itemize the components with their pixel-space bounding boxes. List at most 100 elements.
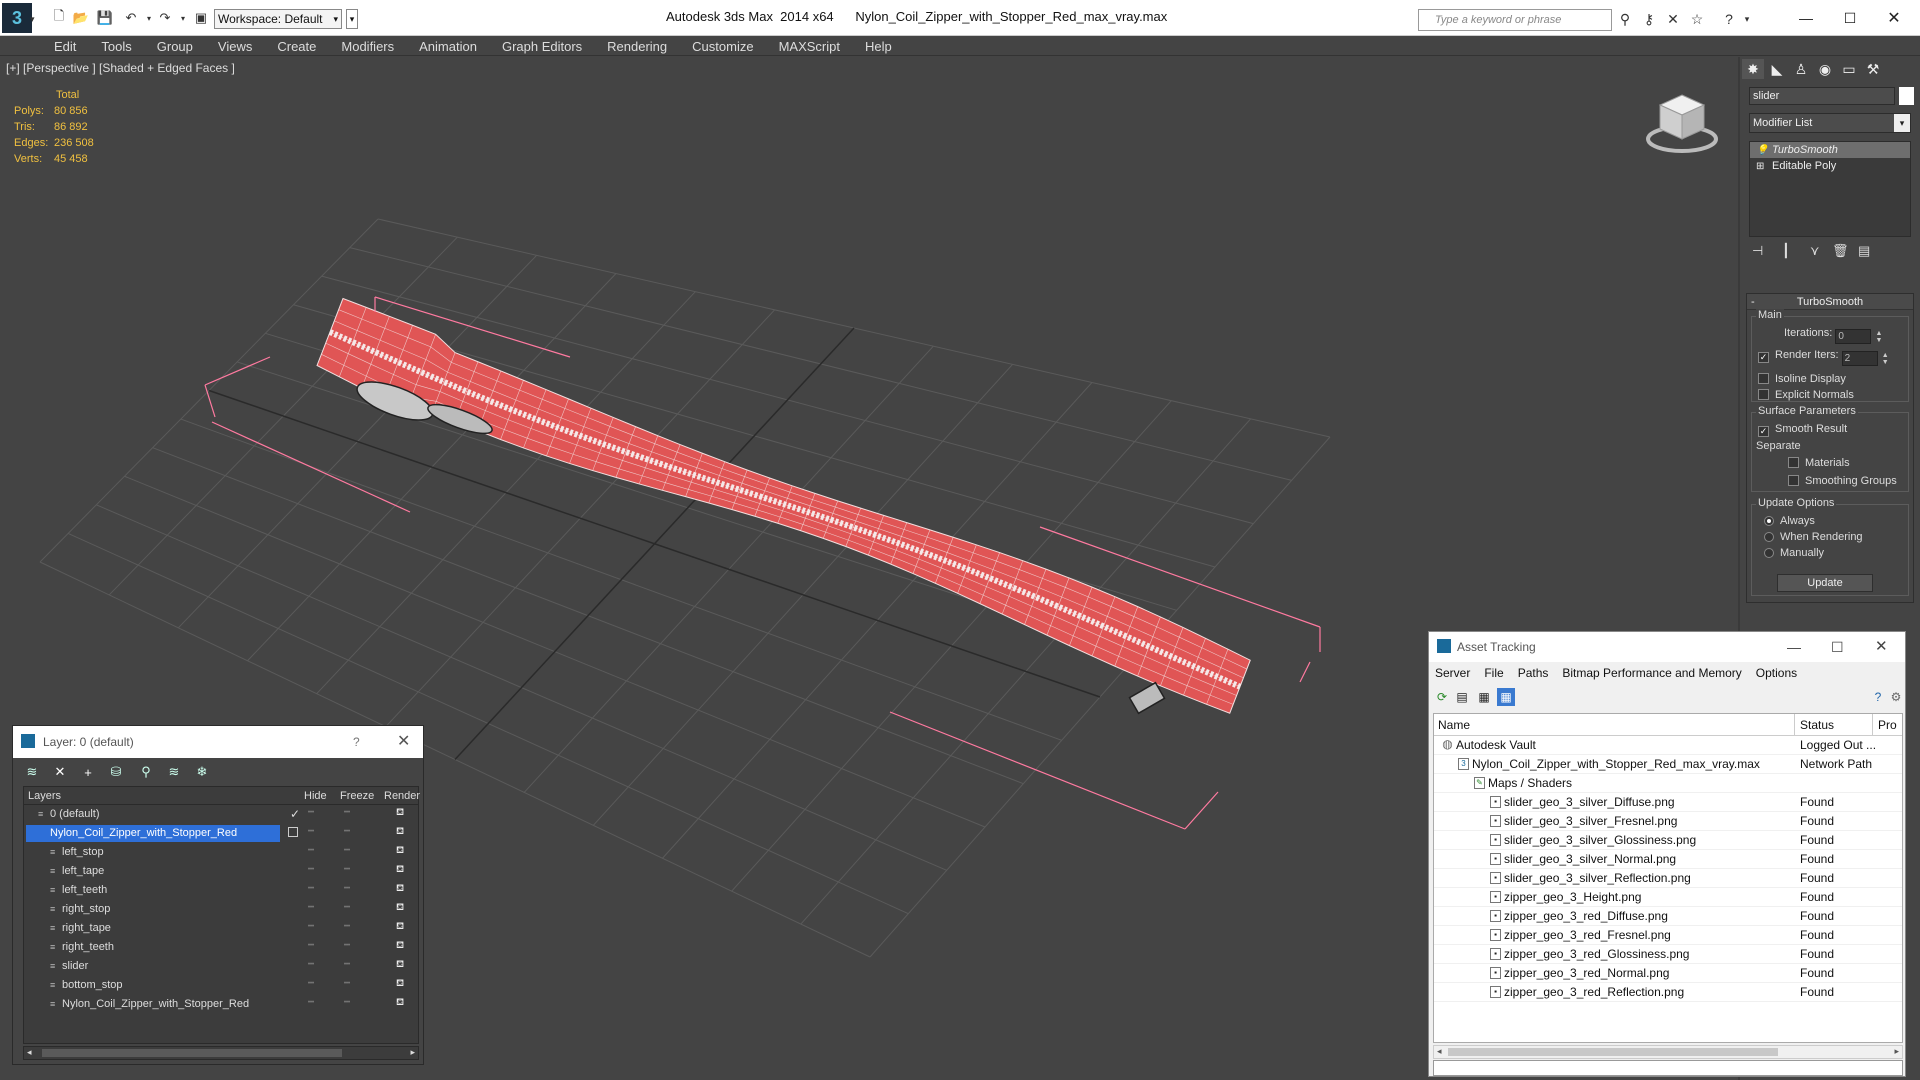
menu-tools[interactable]: Tools	[101, 36, 131, 56]
hide-toggle-icon[interactable]: ┅	[308, 940, 314, 951]
hide-toggle-icon[interactable]: ┅	[308, 826, 314, 837]
layer-name[interactable]: Nylon_Coil_Zipper_with_Stopper_Red	[62, 996, 253, 1013]
close-icon[interactable]: ✕	[397, 726, 410, 758]
minimize-button[interactable]: —	[1792, 6, 1820, 30]
when-rendering-radio[interactable]	[1764, 532, 1774, 542]
hide-toggle-icon[interactable]: ┅	[308, 807, 314, 818]
layer-row[interactable]: ≡ right_tape ┅ ┅ ⛾	[24, 919, 418, 938]
asset-row[interactable]: ▪ zipper_geo_3_red_Normal.png Found	[1434, 964, 1902, 983]
freeze-toggle-icon[interactable]: ┅	[344, 807, 350, 818]
render-toggle-icon[interactable]: ⛾	[396, 807, 404, 820]
freeze-toggle-icon[interactable]: ┅	[344, 921, 350, 932]
modify-tab-icon[interactable]: ◣	[1766, 59, 1788, 79]
layer-name[interactable]: bottom_stop	[62, 977, 127, 994]
redo-dropdown-icon[interactable]: ▾	[174, 9, 192, 27]
layer-row[interactable]: ≡ 0 (default) ✓ ┅ ┅ ⛾	[24, 805, 418, 824]
key-icon[interactable]: ⚷	[1640, 10, 1658, 28]
menu-maxscript[interactable]: MAXScript	[779, 36, 840, 56]
asset-row[interactable]: ▪ zipper_geo_3_red_Reflection.png Found	[1434, 983, 1902, 1002]
menu-paths[interactable]: Paths	[1518, 666, 1549, 680]
layer-name[interactable]: 0 (default)	[50, 806, 104, 823]
horizontal-scrollbar[interactable]: ◂ ▸	[23, 1046, 419, 1060]
quick-access-customize-icon[interactable]: ▾	[346, 9, 358, 29]
render-toggle-icon[interactable]: ⛾	[396, 997, 404, 1010]
freeze-toggle-icon[interactable]: ┅	[344, 940, 350, 951]
explicit-normals-checkbox[interactable]	[1758, 389, 1769, 400]
layer-name[interactable]: left_teeth	[62, 882, 111, 899]
menu-bitmap-performance[interactable]: Bitmap Performance and Memory	[1562, 666, 1741, 680]
stack-item-editable-poly[interactable]: ⊞ Editable Poly	[1750, 158, 1910, 174]
layer-name[interactable]: right_stop	[62, 901, 114, 918]
column-divider[interactable]	[1794, 714, 1795, 736]
zipper-model[interactable]	[316, 297, 1251, 715]
hide-toggle-icon[interactable]: ┅	[308, 997, 314, 1008]
hide-all-icon[interactable]: ≋	[165, 763, 183, 781]
asset-row[interactable]: ✎ Maps / Shaders	[1434, 774, 1902, 793]
hierarchy-tab-icon[interactable]: ♙	[1790, 59, 1812, 79]
select-objects-icon[interactable]: ⛁	[107, 763, 125, 781]
menu-server[interactable]: Server	[1435, 666, 1470, 680]
freeze-toggle-icon[interactable]: ┅	[344, 864, 350, 875]
menu-graph-editors[interactable]: Graph Editors	[502, 36, 582, 56]
asset-row[interactable]: 3 Nylon_Coil_Zipper_with_Stopper_Red_max_…	[1434, 755, 1902, 774]
freeze-toggle-icon[interactable]: ┅	[344, 902, 350, 913]
show-end-result-icon[interactable]: ┃	[1782, 243, 1790, 259]
menu-animation[interactable]: Animation	[419, 36, 477, 56]
refresh-icon[interactable]: ⟳	[1433, 688, 1451, 706]
scroll-right-icon[interactable]: ▸	[410, 1047, 415, 1058]
always-radio[interactable]	[1764, 516, 1774, 526]
make-unique-icon[interactable]: ⋎	[1810, 243, 1820, 259]
hide-toggle-icon[interactable]: ┅	[308, 883, 314, 894]
asset-row[interactable]: ▪ slider_geo_3_silver_Fresnel.png Found	[1434, 812, 1902, 831]
column-render[interactable]: Render	[384, 790, 420, 802]
menu-options[interactable]: Options	[1756, 666, 1797, 680]
object-color-swatch[interactable]	[1899, 87, 1914, 105]
viewport-label[interactable]: [+] [Perspective ] [Shaded + Edged Faces…	[6, 61, 235, 75]
app-menu-arrow-icon[interactable]: ▾	[30, 14, 35, 25]
column-freeze[interactable]: Freeze	[340, 790, 374, 802]
redo-icon[interactable]: ↷	[156, 9, 174, 27]
vault-help-icon[interactable]: ?	[1869, 688, 1887, 706]
menu-customize[interactable]: Customize	[692, 36, 753, 56]
scroll-left-icon[interactable]: ◂	[27, 1047, 32, 1058]
column-pro[interactable]: Pro	[1878, 718, 1897, 732]
menu-create[interactable]: Create	[277, 36, 316, 56]
scrollbar-thumb[interactable]	[1448, 1048, 1778, 1056]
render-toggle-icon[interactable]: ⛾	[396, 826, 404, 839]
expand-plus-icon[interactable]: ⊞	[1756, 159, 1764, 175]
highlight-selected-icon[interactable]: ⚲	[137, 763, 155, 781]
render-toggle-icon[interactable]: ⛾	[396, 978, 404, 991]
community-icon[interactable]: ✕	[1664, 10, 1682, 28]
scroll-right-icon[interactable]: ▸	[1894, 1046, 1899, 1057]
spinner-arrows-icon[interactable]: ▲ ▼	[1882, 352, 1889, 366]
layer-name[interactable]: right_teeth	[62, 939, 118, 956]
dialog-title-bar[interactable]: Asset Tracking — ☐ ✕	[1429, 632, 1905, 662]
spinner-arrows-icon[interactable]: ▲ ▼	[1875, 330, 1882, 344]
layer-row[interactable]: ≡ left_stop ┅ ┅ ⛾	[24, 843, 418, 862]
hide-toggle-icon[interactable]: ┅	[308, 921, 314, 932]
menu-modifiers[interactable]: Modifiers	[341, 36, 394, 56]
dialog-title-bar[interactable]: Layer: 0 (default) ? ✕	[13, 726, 423, 758]
save-file-icon[interactable]: 💾	[96, 9, 114, 27]
search-input[interactable]: Type a keyword or phrase	[1418, 9, 1612, 31]
render-toggle-icon[interactable]: ⛾	[396, 902, 404, 915]
layer-row[interactable]: ≡ slider ┅ ┅ ⛾	[24, 957, 418, 976]
scrollbar-thumb[interactable]	[42, 1049, 342, 1057]
undo-icon[interactable]: ↶	[122, 9, 140, 27]
menu-help[interactable]: Help	[865, 36, 892, 56]
rollout-header[interactable]: - TurboSmooth	[1747, 294, 1913, 310]
layer-row[interactable]: ≡Nylon_Coil_Zipper_with_Stopper_Red┅┅⛾	[24, 824, 418, 843]
update-button[interactable]: Update	[1777, 574, 1873, 592]
help-button[interactable]: ?	[353, 726, 360, 758]
asset-row[interactable]: ▪ slider_geo_3_silver_Reflection.png Found	[1434, 869, 1902, 888]
lightbulb-icon[interactable]: 💡	[1756, 143, 1768, 159]
layer-name[interactable]: left_stop	[62, 844, 108, 861]
asset-row[interactable]: ▪ zipper_geo_3_red_Diffuse.png Found	[1434, 907, 1902, 926]
app-logo-button[interactable]: 3	[2, 3, 32, 33]
menu-views[interactable]: Views	[218, 36, 252, 56]
new-file-icon[interactable]: 🗋	[50, 8, 68, 27]
hide-toggle-icon[interactable]: ┅	[308, 959, 314, 970]
render-toggle-icon[interactable]: ⛾	[396, 959, 404, 972]
asset-row[interactable]: ▪ zipper_geo_3_red_Fresnel.png Found	[1434, 926, 1902, 945]
layer-row[interactable]: ≡ right_teeth ┅ ┅ ⛾	[24, 938, 418, 957]
